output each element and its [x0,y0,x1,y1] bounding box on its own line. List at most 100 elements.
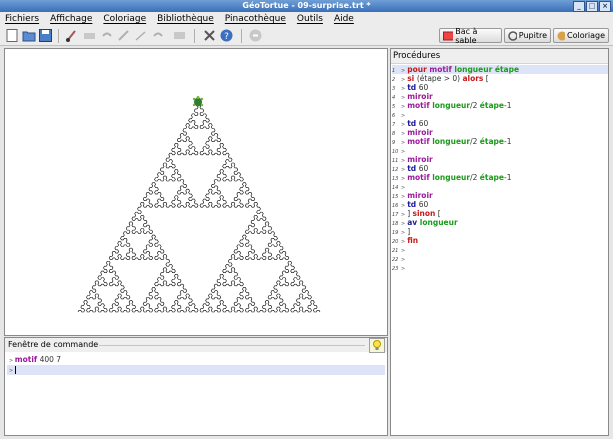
menu-fichiers[interactable]: Fichiers [5,12,39,26]
window-title: GéoTortue - 09-surprise.trt * [242,1,371,10]
procedures-title: Procédures [391,49,608,64]
procedure-line[interactable]: 7 > td 60 [392,119,608,128]
procedure-line[interactable]: 9 > motif longueur/2 étape-1 [392,137,608,146]
code-token: ] [407,227,411,236]
new-file-icon[interactable] [4,28,19,43]
procedure-line[interactable]: 18 > av longueur [392,218,608,227]
redo-icon [150,28,165,43]
procedure-line[interactable]: 13 > motif longueur/2 étape-1 [392,173,608,182]
code-token: (étape > 0) [416,74,463,83]
procedure-line[interactable]: 14 > [392,182,608,191]
procedure-line[interactable]: 1 > pour motif longueur étape [392,65,608,74]
svg-text:?: ? [224,32,229,42]
prompt-marker: > [401,266,406,272]
menu-aide[interactable]: Aide [334,12,354,26]
menu-bar: Fichiers Affichage Coloriage Bibliothèqu… [0,12,613,26]
save-icon[interactable] [38,28,53,43]
code-token: 60 [418,119,429,128]
undo-icon [99,28,114,43]
code-token: 60 [418,200,429,209]
procedure-line[interactable]: 23 > [392,263,608,272]
code-token: 60 [418,83,429,92]
turtle-icon [192,96,204,107]
menu-pinacotheque[interactable]: Pinacothèque [225,12,286,26]
code-token: td [407,200,419,209]
turtle-trace [77,103,321,313]
command-window-header: Fenêtre de commande [5,338,387,352]
procedure-line[interactable]: 17 >] sinon [ [392,209,608,218]
command-history-line: > motif 400 7 [9,355,62,364]
code-token: étape [479,173,504,182]
procedure-line[interactable]: 10 > [392,146,608,155]
procedure-line[interactable]: 16 > td 60 [392,200,608,209]
code-token: /2 [470,173,480,182]
procedure-line[interactable]: 2 > si (étape > 0) alors [ [392,74,608,83]
menu-affichage[interactable]: Affichage [50,12,92,26]
sandbox-icon [443,31,454,40]
code-token: [ [483,74,489,83]
code-token: miroir [407,191,433,200]
procedure-line[interactable]: 19 >] [392,227,608,236]
procedure-line[interactable]: 8 > miroir [392,128,608,137]
sierpinski-curve [77,103,321,313]
procedures-panel: Procédures 1 > pour motif longueur étape 2 >… [390,48,609,436]
desk-button[interactable]: Pupitre [504,28,551,43]
pen-icon [116,28,131,43]
code-token: sinon [412,209,436,218]
code-token: [ [435,209,441,218]
brush-icon[interactable] [64,28,79,43]
stop-icon [248,28,263,43]
code-token: td [407,83,419,92]
code-token: longueur [432,101,471,110]
procedure-line[interactable]: 5 > motif longueur/2 étape-1 [392,101,608,110]
procedure-line[interactable]: 21 > [392,245,608,254]
procedure-line[interactable]: 11 > miroir [392,155,608,164]
code-token: td [407,119,419,128]
command-input[interactable]: > [7,365,385,375]
procedure-line[interactable]: 4 > miroir [392,92,608,101]
code-token: 60 [418,164,429,173]
code-token: longueur [432,173,471,182]
procedure-line[interactable]: 6 > [392,110,608,119]
code-token: étape [479,137,504,146]
maximize-button[interactable]: □ [586,1,598,12]
code-token: motif [429,65,455,74]
code-token: -1 [504,101,512,110]
code-token: miroir [407,128,433,137]
code-token: alors [462,74,484,83]
palette-icon [557,31,565,40]
command-window-title: Fenêtre de commande [8,340,99,349]
code-token: longueur [419,218,458,227]
code-token: miroir [407,155,433,164]
open-folder-icon[interactable] [21,28,36,43]
procedure-line[interactable]: 15 > miroir [392,191,608,200]
code-token: -1 [504,173,512,182]
line-number: 23 [392,266,399,272]
coloring-button[interactable]: Coloriage [553,28,609,43]
code-token: longueur [432,137,471,146]
sandbox-button[interactable]: Bac à sable [439,27,502,45]
code-token: si [407,74,417,83]
code-token: pour [407,65,430,74]
menu-coloriage[interactable]: Coloriage [103,12,146,26]
tools-icon[interactable] [202,28,217,43]
procedure-line[interactable]: 12 > td 60 [392,164,608,173]
code-token: /2 [470,137,480,146]
close-window-button[interactable]: × [599,1,611,12]
procedure-line[interactable]: 3 > td 60 [392,83,608,92]
code-token: td [407,164,419,173]
eraser-icon [82,28,97,43]
procedure-line[interactable]: 22 > [392,254,608,263]
procedure-line[interactable]: 20 > fin [392,236,608,245]
drawing-canvas[interactable] [4,48,388,336]
minimize-button[interactable]: _ [573,1,585,12]
code-token: -1 [504,137,512,146]
lightbulb-icon[interactable] [369,338,385,353]
code-token: fin [407,236,419,245]
code-token: miroir [407,92,433,101]
help-icon[interactable]: ? [219,28,234,43]
menu-outils[interactable]: Outils [297,12,323,26]
menu-bibliotheque[interactable]: Bibliothèque [157,12,214,26]
code-token: longueur étape [454,65,520,74]
pencil-icon [133,28,148,43]
